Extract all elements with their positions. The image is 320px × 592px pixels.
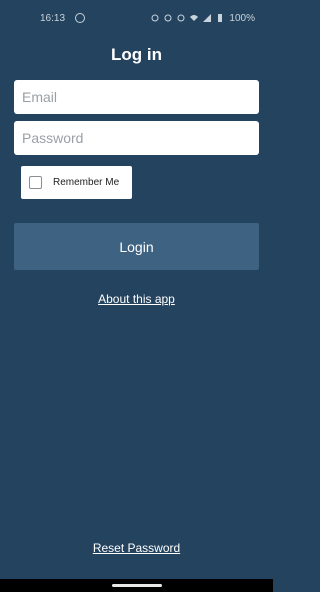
app-notification-icon <box>75 13 86 23</box>
checkbox-icon[interactable] <box>29 176 42 189</box>
remember-me-label: Remember Me <box>53 177 120 188</box>
about-app-link[interactable]: About this app <box>0 292 273 306</box>
email-field[interactable] <box>14 80 259 114</box>
login-button[interactable]: Login <box>14 223 259 270</box>
battery-level: 100% <box>229 12 255 24</box>
alert-icon <box>177 14 185 22</box>
page-title: Log in <box>111 45 162 64</box>
status-bar: 16:13 100% <box>0 0 273 36</box>
sync-icon <box>164 14 172 22</box>
notification-icon <box>151 14 159 22</box>
reset-password-link[interactable]: Reset Password <box>0 541 273 555</box>
wifi-icon <box>190 15 199 21</box>
remember-me-checkbox[interactable]: Remember Me <box>21 166 132 199</box>
status-time: 16:13 <box>40 12 66 24</box>
home-gesture-handle[interactable] <box>112 584 162 587</box>
battery-icon <box>218 14 223 22</box>
password-field[interactable] <box>14 121 259 155</box>
signal-icon <box>203 14 212 22</box>
